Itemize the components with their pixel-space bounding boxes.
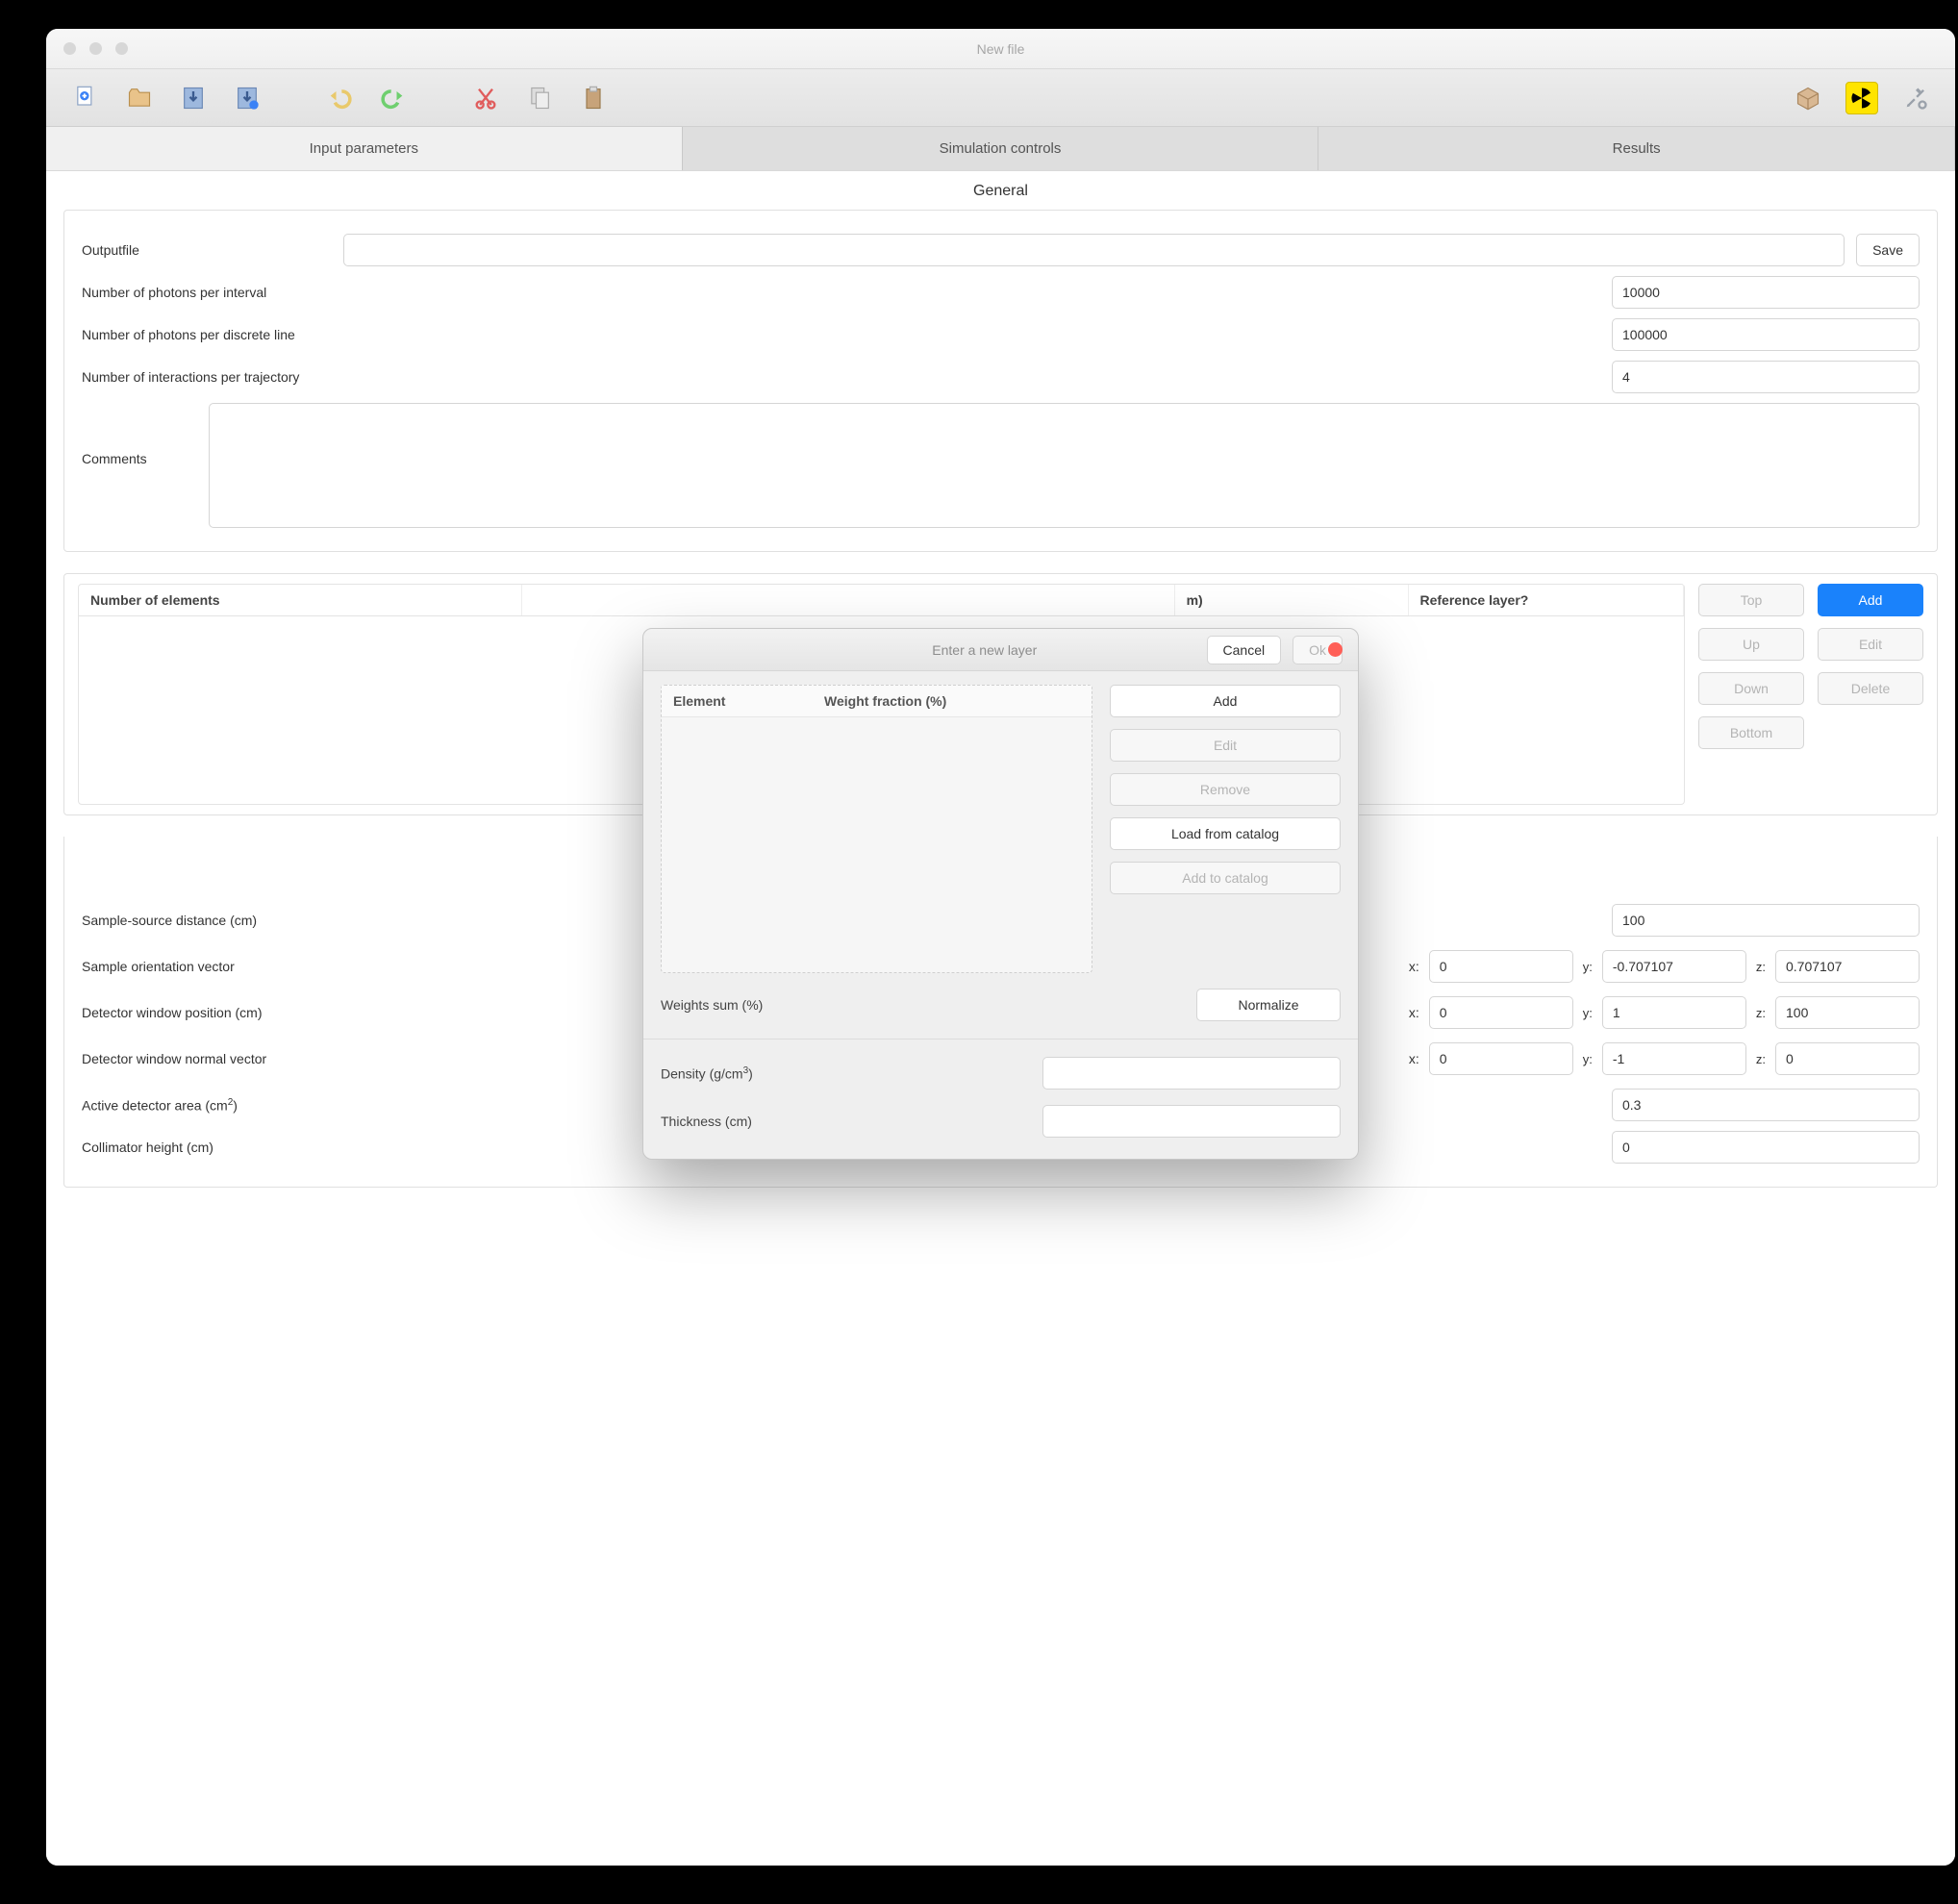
edit-element-button[interactable]: Edit (1110, 729, 1341, 762)
thickness-input[interactable] (1042, 1105, 1341, 1138)
save-as-icon[interactable] (231, 82, 264, 114)
collimator-height-input[interactable] (1612, 1131, 1920, 1164)
remove-element-button[interactable]: Remove (1110, 773, 1341, 806)
add-element-button[interactable]: Add (1110, 685, 1341, 717)
tab-simulation-controls[interactable]: Simulation controls (683, 127, 1319, 170)
det-window-pos-x-input[interactable] (1429, 996, 1573, 1029)
dialog-titlebar: Enter a new layer Cancel Ok (643, 629, 1358, 671)
composition-table-header: Number of elements m) Reference layer? (79, 585, 1684, 616)
package-icon[interactable] (1792, 82, 1824, 114)
outputfile-input[interactable] (343, 234, 1845, 266)
dialog-side-buttons: Add Edit Remove Load from catalog Add to… (1110, 685, 1341, 894)
add-layer-button[interactable]: Add (1818, 584, 1923, 616)
tab-input-parameters[interactable]: Input parameters (46, 127, 683, 170)
col-density-thickness: m) (1175, 585, 1409, 615)
close-icon[interactable] (1328, 642, 1343, 657)
cancel-button[interactable]: Cancel (1207, 636, 1282, 664)
new-file-icon[interactable] (69, 82, 102, 114)
interactions-label: Number of interactions per trajectory (82, 369, 1600, 385)
outputfile-label: Outputfile (82, 242, 332, 258)
open-folder-icon[interactable] (123, 82, 156, 114)
save-icon[interactable] (177, 82, 210, 114)
det-window-normal-y-input[interactable] (1602, 1042, 1746, 1075)
add-to-catalog-button[interactable]: Add to catalog (1110, 862, 1341, 894)
top-button[interactable]: Top (1698, 584, 1804, 616)
axis-x-label: x: (1409, 959, 1419, 974)
det-window-normal-z-input[interactable] (1775, 1042, 1920, 1075)
axis-z-label: z: (1756, 960, 1766, 974)
load-from-catalog-button[interactable]: Load from catalog (1110, 817, 1341, 850)
thickness-label: Thickness (cm) (661, 1114, 1029, 1129)
det-window-pos-z-input[interactable] (1775, 996, 1920, 1029)
save-button[interactable]: Save (1856, 234, 1920, 266)
toolbar (46, 69, 1955, 127)
orientation-z-input[interactable] (1775, 950, 1920, 983)
titlebar: New file (46, 29, 1955, 69)
zoom-window-icon[interactable] (115, 42, 128, 55)
radiation-icon[interactable] (1845, 82, 1878, 114)
axis-y-label: y: (1583, 960, 1593, 974)
edit-layer-button[interactable]: Edit (1818, 628, 1923, 661)
weights-sum-label: Weights sum (%) (661, 997, 1183, 1013)
comments-label: Comments (82, 403, 197, 466)
col-weight-fraction: Weight fraction (%) (813, 686, 1092, 716)
preferences-icon[interactable] (1899, 82, 1932, 114)
window-title: New file (977, 41, 1025, 57)
up-button[interactable]: Up (1698, 628, 1804, 661)
general-panel: Outputfile Save Number of photons per in… (63, 210, 1938, 552)
photons-interval-input[interactable] (1612, 276, 1920, 309)
window-controls (63, 42, 128, 55)
orientation-y-input[interactable] (1602, 950, 1746, 983)
photons-line-label: Number of photons per discrete line (82, 327, 1600, 342)
photons-line-input[interactable] (1612, 318, 1920, 351)
close-window-icon[interactable] (63, 42, 76, 55)
dialog-title: Enter a new layer (659, 642, 1195, 658)
col-reference-layer: Reference layer? (1409, 585, 1685, 615)
density-label: Density (g/cm3) (661, 1065, 1029, 1082)
sample-source-input[interactable] (1612, 904, 1920, 937)
det-window-normal-x-input[interactable] (1429, 1042, 1573, 1075)
photons-interval-label: Number of photons per interval (82, 285, 1600, 300)
new-layer-dialog: Enter a new layer Cancel Ok Element Weig… (642, 628, 1359, 1160)
undo-icon[interactable] (323, 82, 356, 114)
col-num-elements: Number of elements (79, 585, 522, 615)
col-element: Element (662, 686, 813, 716)
composition-order-buttons: Top Up Down Bottom (1698, 584, 1804, 749)
paste-icon[interactable] (577, 82, 610, 114)
comments-input[interactable] (209, 403, 1920, 528)
det-window-normal-label: Detector window normal vector (82, 1051, 370, 1066)
active-area-input[interactable] (1612, 1089, 1920, 1121)
main-tabs: Input parameters Simulation controls Res… (46, 127, 1955, 171)
minimize-window-icon[interactable] (89, 42, 102, 55)
app-window: New file Input parameters Simulation con… (46, 29, 1955, 1866)
general-section-title: General (63, 183, 1938, 200)
normalize-button[interactable]: Normalize (1196, 989, 1341, 1021)
density-input[interactable] (1042, 1057, 1341, 1090)
element-table[interactable]: Element Weight fraction (%) (661, 685, 1092, 973)
bottom-button[interactable]: Bottom (1698, 716, 1804, 749)
det-window-pos-y-input[interactable] (1602, 996, 1746, 1029)
orientation-x-input[interactable] (1429, 950, 1573, 983)
det-window-pos-label: Detector window position (cm) (82, 1005, 370, 1020)
delete-layer-button[interactable]: Delete (1818, 672, 1923, 705)
copy-icon[interactable] (523, 82, 556, 114)
cut-icon[interactable] (469, 82, 502, 114)
tab-results[interactable]: Results (1318, 127, 1955, 170)
interactions-input[interactable] (1612, 361, 1920, 393)
redo-icon[interactable] (377, 82, 410, 114)
orientation-label: Sample orientation vector (82, 959, 370, 974)
down-button[interactable]: Down (1698, 672, 1804, 705)
composition-action-buttons: Add Edit Delete (1818, 584, 1923, 705)
